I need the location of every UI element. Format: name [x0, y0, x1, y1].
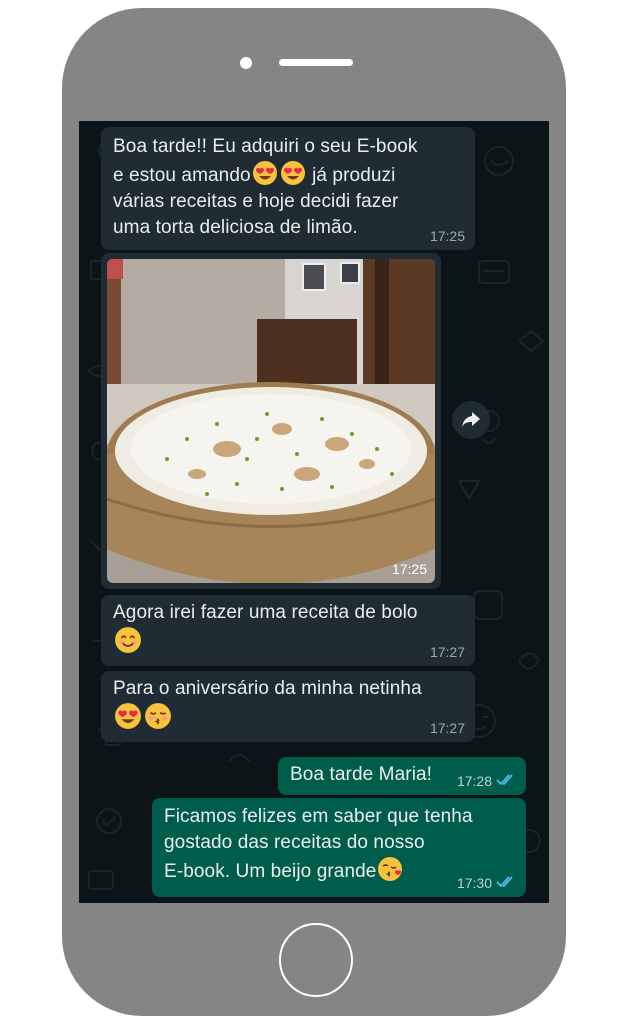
heart-eyes-emoji-icon — [252, 161, 277, 185]
pie-image — [107, 259, 435, 583]
forward-icon — [462, 412, 480, 427]
kissing-closed-eyes-emoji-icon — [145, 703, 171, 729]
heart-eyes-emoji-icon — [115, 703, 141, 729]
incoming-message-bubble[interactable]: Para o aniversário da minha netinha 17:2… — [101, 671, 475, 742]
outgoing-message-bubble[interactable]: Ficamos felizes em saber que tenha gostad… — [152, 798, 526, 897]
message-timestamp: 17:25 — [429, 228, 465, 244]
message-timestamp: 17:30 — [456, 875, 492, 891]
earpiece-speaker — [279, 59, 353, 66]
forward-button[interactable] — [452, 401, 490, 439]
chat-screen[interactable]: Boa tarde!! Eu adquiri o seu E-book e est… — [79, 121, 549, 903]
message-text: Agora irei fazer uma receita de bolo — [113, 600, 418, 657]
key-lime-pie-photo[interactable]: 17:25 — [107, 259, 435, 583]
home-button[interactable] — [279, 923, 353, 997]
blowing-kiss-emoji-icon — [378, 857, 403, 881]
heart-eyes-emoji-icon — [280, 161, 305, 185]
message-text: Boa tarde Maria! — [290, 764, 433, 785]
double-check-read-icon — [496, 876, 513, 888]
smiling-face-emoji-icon — [115, 627, 141, 653]
message-timestamp: 17:28 — [456, 773, 492, 789]
double-check-read-icon — [496, 774, 513, 786]
front-camera — [240, 57, 252, 69]
incoming-image-bubble[interactable]: 17:25 — [101, 253, 441, 589]
incoming-message-bubble[interactable]: Boa tarde!! Eu adquiri o seu E-book e est… — [101, 127, 475, 250]
message-timestamp: 17:27 — [429, 644, 465, 660]
message-timestamp: 17:27 — [429, 720, 465, 736]
message-text: Boa tarde!! Eu adquiri o seu E-book e est… — [113, 136, 418, 238]
message-text: Para o aniversário da minha netinha — [113, 676, 422, 733]
incoming-message-bubble[interactable]: Agora irei fazer uma receita de bolo 17:… — [101, 595, 475, 666]
outgoing-message-bubble[interactable]: Boa tarde Maria! 17:28 — [278, 757, 526, 795]
image-timestamp: 17:25 — [391, 561, 427, 577]
message-text: Ficamos felizes em saber que tenha gostad… — [164, 806, 473, 882]
